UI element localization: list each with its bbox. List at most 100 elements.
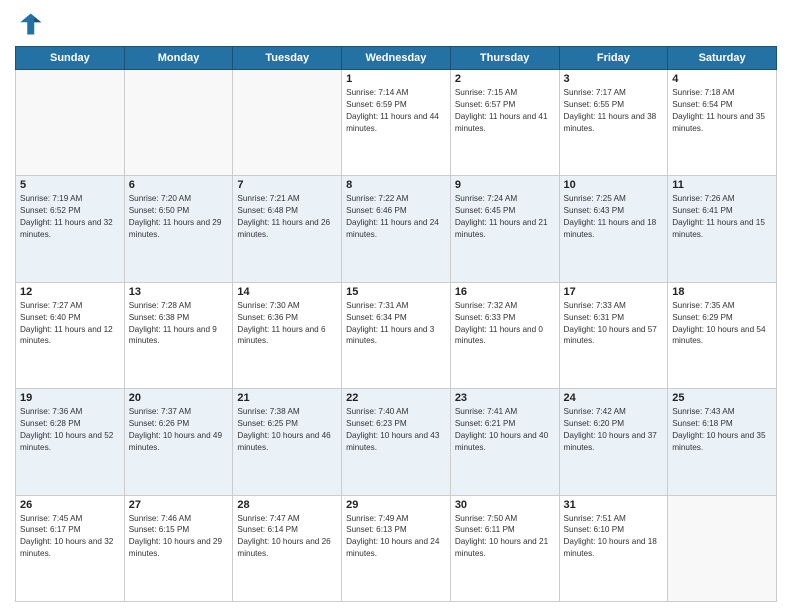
calendar-cell: 14 Sunrise: 7:30 AM Sunset: 6:36 PM Dayli… bbox=[233, 282, 342, 388]
day-number: 11 bbox=[672, 179, 772, 191]
calendar-week-row-5: 26 Sunrise: 7:45 AM Sunset: 6:17 PM Dayli… bbox=[16, 495, 777, 601]
calendar-cell: 5Sunrise: 7:19 AM Sunset: 6:52 PM Daylig… bbox=[16, 176, 125, 282]
calendar-cell: 29 Sunrise: 7:49 AM Sunset: 6:13 PM Dayli… bbox=[342, 495, 451, 601]
day-number: 27 bbox=[129, 499, 229, 511]
calendar-cell: 30 Sunrise: 7:50 AM Sunset: 6:11 PM Dayli… bbox=[450, 495, 559, 601]
calendar-cell: 3 Sunrise: 7:17 AM Sunset: 6:55 PM Daylig… bbox=[559, 70, 668, 176]
calendar-cell: 8 Sunrise: 7:22 AM Sunset: 6:46 PM Daylig… bbox=[342, 176, 451, 282]
day-number: 21 bbox=[237, 392, 337, 404]
day-number: 18 bbox=[672, 286, 772, 298]
day-info: Sunrise: 7:42 AM Sunset: 6:20 PM Dayligh… bbox=[564, 406, 664, 454]
calendar-cell: 19 Sunrise: 7:36 AM Sunset: 6:28 PM Dayli… bbox=[16, 389, 125, 495]
day-info: Sunrise: 7:21 AM Sunset: 6:48 PM Dayligh… bbox=[237, 193, 337, 241]
day-info: Sunrise: 7:35 AM Sunset: 6:29 PM Dayligh… bbox=[672, 300, 772, 348]
calendar-cell: 15Sunrise: 7:31 AM Sunset: 6:34 PM Dayli… bbox=[342, 282, 451, 388]
day-info: Sunrise: 7:40 AM Sunset: 6:23 PM Dayligh… bbox=[346, 406, 446, 454]
day-number: 13 bbox=[129, 286, 229, 298]
day-number: 9 bbox=[455, 179, 555, 191]
day-info: Sunrise: 7:38 AM Sunset: 6:25 PM Dayligh… bbox=[237, 406, 337, 454]
page: SundayMondayTuesdayWednesdayThursdayFrid… bbox=[0, 0, 792, 612]
day-info: Sunrise: 7:36 AM Sunset: 6:28 PM Dayligh… bbox=[20, 406, 120, 454]
day-info: Sunrise: 7:30 AM Sunset: 6:36 PM Dayligh… bbox=[237, 300, 337, 348]
day-number: 12 bbox=[20, 286, 120, 298]
calendar-cell: 28Sunrise: 7:47 AM Sunset: 6:14 PM Dayli… bbox=[233, 495, 342, 601]
day-header-tuesday: Tuesday bbox=[233, 47, 342, 70]
day-info: Sunrise: 7:26 AM Sunset: 6:41 PM Dayligh… bbox=[672, 193, 772, 241]
calendar-cell: 23 Sunrise: 7:41 AM Sunset: 6:21 PM Dayli… bbox=[450, 389, 559, 495]
header bbox=[15, 10, 777, 38]
day-number: 28 bbox=[237, 499, 337, 511]
day-number: 17 bbox=[564, 286, 664, 298]
day-number: 25 bbox=[672, 392, 772, 404]
calendar-cell bbox=[233, 70, 342, 176]
day-info: Sunrise: 7:41 AM Sunset: 6:21 PM Dayligh… bbox=[455, 406, 555, 454]
calendar-cell: 18 Sunrise: 7:35 AM Sunset: 6:29 PM Dayli… bbox=[668, 282, 777, 388]
day-number: 2 bbox=[455, 73, 555, 85]
calendar-cell: 2 Sunrise: 7:15 AM Sunset: 6:57 PM Daylig… bbox=[450, 70, 559, 176]
calendar-cell bbox=[668, 495, 777, 601]
day-info: Sunrise: 7:31 AM Sunset: 6:34 PM Dayligh… bbox=[346, 300, 446, 348]
calendar-cell: 16 Sunrise: 7:32 AM Sunset: 6:33 PM Dayli… bbox=[450, 282, 559, 388]
day-header-friday: Friday bbox=[559, 47, 668, 70]
calendar-cell: 10 Sunrise: 7:25 AM Sunset: 6:43 PM Dayli… bbox=[559, 176, 668, 282]
day-info: Sunrise: 7:22 AM Sunset: 6:46 PM Dayligh… bbox=[346, 193, 446, 241]
day-number: 8 bbox=[346, 179, 446, 191]
calendar-cell: 9 Sunrise: 7:24 AM Sunset: 6:45 PM Daylig… bbox=[450, 176, 559, 282]
calendar-cell: 22 Sunrise: 7:40 AM Sunset: 6:23 PM Dayli… bbox=[342, 389, 451, 495]
calendar-cell: 24Sunrise: 7:42 AM Sunset: 6:20 PM Dayli… bbox=[559, 389, 668, 495]
day-number: 31 bbox=[564, 499, 664, 511]
day-header-saturday: Saturday bbox=[668, 47, 777, 70]
calendar-cell: 20 Sunrise: 7:37 AM Sunset: 6:26 PM Dayli… bbox=[124, 389, 233, 495]
day-number: 16 bbox=[455, 286, 555, 298]
calendar-cell bbox=[124, 70, 233, 176]
day-number: 23 bbox=[455, 392, 555, 404]
day-header-sunday: Sunday bbox=[16, 47, 125, 70]
calendar-cell: 6 Sunrise: 7:20 AM Sunset: 6:50 PM Daylig… bbox=[124, 176, 233, 282]
day-info: Sunrise: 7:18 AM Sunset: 6:54 PM Dayligh… bbox=[672, 87, 772, 135]
calendar-week-row-2: 5Sunrise: 7:19 AM Sunset: 6:52 PM Daylig… bbox=[16, 176, 777, 282]
calendar-cell: 7Sunrise: 7:21 AM Sunset: 6:48 PM Daylig… bbox=[233, 176, 342, 282]
day-info: Sunrise: 7:43 AM Sunset: 6:18 PM Dayligh… bbox=[672, 406, 772, 454]
logo-icon bbox=[15, 10, 43, 38]
day-number: 4 bbox=[672, 73, 772, 85]
day-info: Sunrise: 7:45 AM Sunset: 6:17 PM Dayligh… bbox=[20, 513, 120, 561]
calendar-cell: 25 Sunrise: 7:43 AM Sunset: 6:18 PM Dayli… bbox=[668, 389, 777, 495]
day-number: 14 bbox=[237, 286, 337, 298]
day-info: Sunrise: 7:46 AM Sunset: 6:15 PM Dayligh… bbox=[129, 513, 229, 561]
day-info: Sunrise: 7:32 AM Sunset: 6:33 PM Dayligh… bbox=[455, 300, 555, 348]
day-info: Sunrise: 7:25 AM Sunset: 6:43 PM Dayligh… bbox=[564, 193, 664, 241]
calendar-cell: 12 Sunrise: 7:27 AM Sunset: 6:40 PM Dayli… bbox=[16, 282, 125, 388]
calendar-cell: 1 Sunrise: 7:14 AM Sunset: 6:59 PM Daylig… bbox=[342, 70, 451, 176]
calendar-cell: 31Sunrise: 7:51 AM Sunset: 6:10 PM Dayli… bbox=[559, 495, 668, 601]
calendar-cell: 26 Sunrise: 7:45 AM Sunset: 6:17 PM Dayli… bbox=[16, 495, 125, 601]
calendar-header-row: SundayMondayTuesdayWednesdayThursdayFrid… bbox=[16, 47, 777, 70]
day-info: Sunrise: 7:49 AM Sunset: 6:13 PM Dayligh… bbox=[346, 513, 446, 561]
day-info: Sunrise: 7:50 AM Sunset: 6:11 PM Dayligh… bbox=[455, 513, 555, 561]
day-info: Sunrise: 7:17 AM Sunset: 6:55 PM Dayligh… bbox=[564, 87, 664, 135]
day-header-thursday: Thursday bbox=[450, 47, 559, 70]
day-number: 29 bbox=[346, 499, 446, 511]
day-number: 20 bbox=[129, 392, 229, 404]
day-info: Sunrise: 7:37 AM Sunset: 6:26 PM Dayligh… bbox=[129, 406, 229, 454]
calendar-week-row-3: 12 Sunrise: 7:27 AM Sunset: 6:40 PM Dayli… bbox=[16, 282, 777, 388]
day-number: 30 bbox=[455, 499, 555, 511]
calendar-table: SundayMondayTuesdayWednesdayThursdayFrid… bbox=[15, 46, 777, 602]
day-info: Sunrise: 7:24 AM Sunset: 6:45 PM Dayligh… bbox=[455, 193, 555, 241]
day-info: Sunrise: 7:14 AM Sunset: 6:59 PM Dayligh… bbox=[346, 87, 446, 135]
day-number: 10 bbox=[564, 179, 664, 191]
day-info: Sunrise: 7:15 AM Sunset: 6:57 PM Dayligh… bbox=[455, 87, 555, 135]
calendar-week-row-4: 19 Sunrise: 7:36 AM Sunset: 6:28 PM Dayli… bbox=[16, 389, 777, 495]
day-info: Sunrise: 7:27 AM Sunset: 6:40 PM Dayligh… bbox=[20, 300, 120, 348]
calendar-cell: 27 Sunrise: 7:46 AM Sunset: 6:15 PM Dayli… bbox=[124, 495, 233, 601]
day-number: 22 bbox=[346, 392, 446, 404]
day-number: 3 bbox=[564, 73, 664, 85]
day-number: 26 bbox=[20, 499, 120, 511]
calendar-cell bbox=[16, 70, 125, 176]
day-number: 6 bbox=[129, 179, 229, 191]
calendar-cell: 21 Sunrise: 7:38 AM Sunset: 6:25 PM Dayli… bbox=[233, 389, 342, 495]
day-number: 1 bbox=[346, 73, 446, 85]
day-number: 19 bbox=[20, 392, 120, 404]
calendar-week-row-1: 1 Sunrise: 7:14 AM Sunset: 6:59 PM Daylig… bbox=[16, 70, 777, 176]
day-info: Sunrise: 7:20 AM Sunset: 6:50 PM Dayligh… bbox=[129, 193, 229, 241]
calendar-cell: 13Sunrise: 7:28 AM Sunset: 6:38 PM Dayli… bbox=[124, 282, 233, 388]
